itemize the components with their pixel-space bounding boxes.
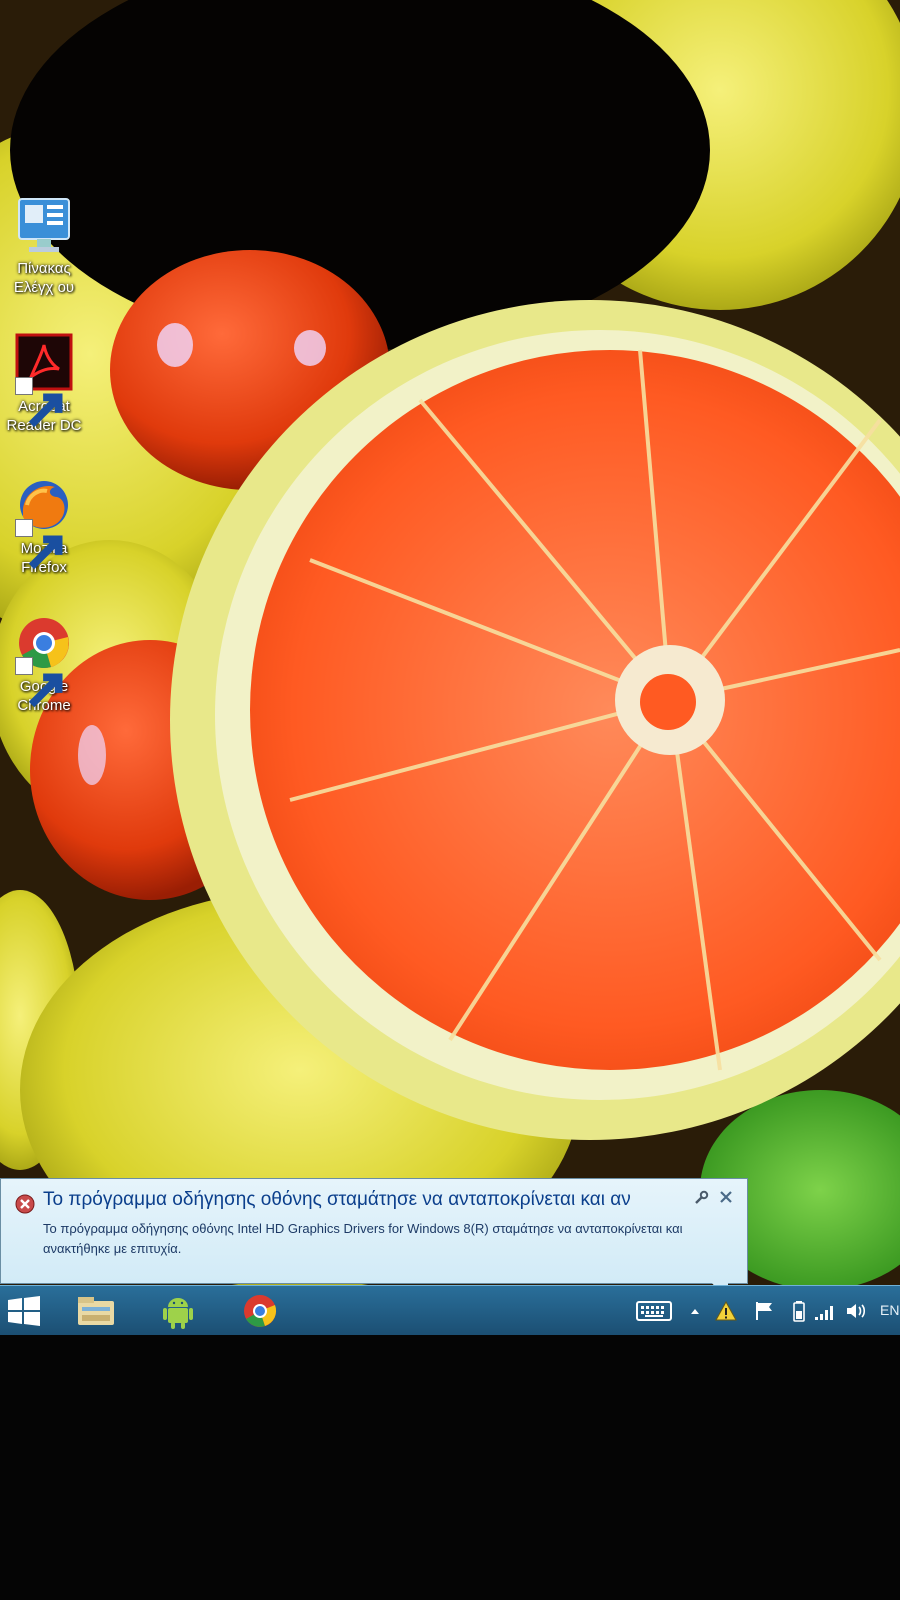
start-button[interactable] (2, 1291, 46, 1331)
error-icon (15, 1194, 35, 1214)
firefox-icon (13, 475, 75, 570)
battery-icon (793, 1301, 805, 1322)
signal-icon (815, 1306, 833, 1320)
desktop-icon-chrome[interactable]: Google Chrome (0, 613, 92, 715)
show-hidden-icon (691, 1309, 699, 1314)
keyboard-icon (636, 1301, 672, 1321)
desktop-icon-control-panel[interactable]: Πίνακας Ελέγχ ου (0, 195, 92, 297)
volume-button[interactable] (844, 1299, 868, 1323)
tray-warning-button[interactable] (714, 1299, 738, 1323)
show-hidden-icons-button[interactable] (688, 1299, 702, 1323)
network-button[interactable] (814, 1299, 836, 1323)
file-explorer-icon (78, 1297, 114, 1325)
taskbar: EN (0, 1285, 900, 1335)
taskbar-file-explorer[interactable] (74, 1291, 118, 1331)
warning-icon (715, 1300, 737, 1321)
shortcut-arrow-icon (15, 657, 63, 708)
wallpaper-fruit-image (0, 0, 900, 1290)
battery-button[interactable] (792, 1299, 806, 1323)
desktop-icon-acrobat[interactable]: Acrobat Reader DC (0, 333, 92, 435)
start-icon (8, 1296, 40, 1326)
close-icon[interactable] (717, 1188, 735, 1206)
chrome-icon (244, 1295, 277, 1327)
desktop-icon-firefox[interactable]: Mozilla Firefox (0, 475, 92, 577)
control-panel-icon (13, 195, 75, 257)
flag-icon (756, 1302, 772, 1320)
shortcut-arrow-icon (15, 377, 63, 428)
shortcut-arrow-icon (15, 519, 63, 570)
taskbar-android[interactable] (156, 1291, 200, 1331)
notification-body: Το πρόγραμμα οδήγησης οθόνης Intel HD Gr… (43, 1221, 683, 1256)
chrome-icon (13, 613, 75, 708)
taskbar-chrome[interactable] (238, 1291, 282, 1331)
android-icon (163, 1298, 193, 1329)
input-language-indicator[interactable]: EN (880, 1302, 899, 1318)
desktop-icon-label: Πίνακας Ελέγχ ου (13, 260, 75, 296)
volume-icon (847, 1304, 866, 1318)
notification-balloon[interactable]: Το πρόγραμμα οδήγησης οθόνης σταμάτησε ν… (0, 1178, 748, 1284)
desktop-screen: Πίνακας Ελέγχ ου Acrobat Reader DC Mozil… (0, 0, 900, 1335)
wrench-options-icon[interactable] (693, 1190, 709, 1206)
notification-title: Το πρόγραμμα οδήγησης οθόνης σταμάτησε ν… (43, 1189, 631, 1210)
action-center-button[interactable] (752, 1299, 776, 1323)
touch-keyboard-button[interactable] (636, 1299, 672, 1323)
acrobat-icon (13, 333, 75, 428)
